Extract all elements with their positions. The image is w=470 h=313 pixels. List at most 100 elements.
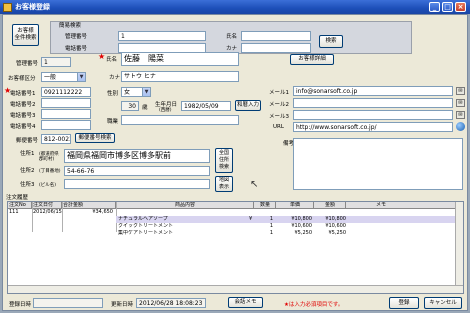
mail3-input[interactable] xyxy=(293,110,453,120)
phone3-input[interactable] xyxy=(41,109,91,119)
search-mgmt-no-label: 管理番号 xyxy=(65,34,88,40)
window-title: お客様登録 xyxy=(15,3,50,11)
category-value: 一般 xyxy=(44,74,57,81)
search-phone-label: 電話番号 xyxy=(65,46,88,52)
zip-search-button[interactable]: 郵便番号検索 xyxy=(75,133,115,143)
maximize-button[interactable]: □ xyxy=(442,2,453,12)
addr1-label: 住所1 xyxy=(20,151,35,157)
created-field xyxy=(33,298,103,308)
kana-label: カナ xyxy=(109,75,121,81)
item-amount-cell: ¥10,800 xyxy=(325,216,346,222)
mouse-cursor-icon: ↖ xyxy=(250,179,259,190)
addr2-sub-label: (丁目番地) xyxy=(39,169,61,174)
mgmt-no-field: 1 xyxy=(41,57,71,67)
column-header-total[interactable]: 合計金額 xyxy=(62,202,116,209)
japanese-calendar-button[interactable]: 和暦入力 xyxy=(235,100,261,111)
item-qty-cell: 1 xyxy=(269,216,273,222)
birth-sub-label: (西暦) xyxy=(159,108,172,113)
mail-icon[interactable]: ✉ xyxy=(456,99,465,107)
address2-input[interactable]: 54-66-76 xyxy=(64,166,210,176)
category-label: お客様区分 xyxy=(8,76,36,82)
addr2-label: 住所2 xyxy=(20,168,35,174)
map-button[interactable]: 地図 表示 xyxy=(215,176,233,192)
phone4-input[interactable] xyxy=(41,120,91,130)
order-item-row[interactable]: クイックトリートメント 1 ¥10,600 ¥10,600 xyxy=(116,223,457,230)
gender-label: 性別 xyxy=(107,91,119,97)
order-history-grid[interactable]: 注文No 注文日付 合計金額 商品内容 数量 単価 金額 メモ 111 2012… xyxy=(7,201,464,294)
notes-textarea[interactable] xyxy=(293,138,463,190)
age-unit: 歳 xyxy=(142,105,148,111)
phone3-label: 電話番号3 xyxy=(10,113,36,119)
column-header-amount[interactable]: 金額 xyxy=(314,202,346,209)
item-name-cell: 集中ケアトリートメント xyxy=(118,230,174,236)
grid-line xyxy=(62,202,63,232)
gender-select[interactable]: 女 ▼ xyxy=(121,87,151,97)
column-header-order-no[interactable]: 注文No xyxy=(8,202,32,209)
occupation-input[interactable] xyxy=(121,115,239,125)
zip-input[interactable]: 812-0023 xyxy=(41,134,71,144)
occupation-label: 職業 xyxy=(107,119,119,125)
phone1-label: 電話番号1 xyxy=(10,91,36,97)
gender-value: 女 xyxy=(124,89,131,96)
form-client-area: お客様 全件検索 簡易検索 管理番号 1 電話番号 氏名 カナ 検索 管理番号 … xyxy=(2,14,468,311)
customer-detail-button[interactable]: お客様詳細 xyxy=(290,54,334,65)
required-star-icon: ★ xyxy=(98,52,106,61)
register-button[interactable]: 登録 xyxy=(389,297,419,309)
url-label: URL xyxy=(273,124,284,130)
address3-input[interactable] xyxy=(64,179,210,189)
globe-icon[interactable] xyxy=(456,122,465,131)
mail-icon[interactable]: ✉ xyxy=(456,111,465,119)
phone2-label: 電話番号2 xyxy=(10,102,36,108)
nationwide-address-search-button[interactable]: 全国 住所 検索 xyxy=(215,148,233,173)
item-qty-cell: 1 xyxy=(269,223,273,229)
mail-icon[interactable]: ✉ xyxy=(456,87,465,95)
category-select[interactable]: 一般 ▼ xyxy=(41,72,86,82)
addr3-label: 住所3 xyxy=(20,182,35,188)
cancel-button[interactable]: キャンセル xyxy=(424,297,462,309)
mail2-label: メール2 xyxy=(269,102,289,108)
order-row[interactable]: 111 2012/06/15 ¥34,650 xyxy=(8,209,463,216)
phone2-input[interactable] xyxy=(41,98,91,108)
chevron-down-icon[interactable]: ▼ xyxy=(77,73,85,81)
address1-input[interactable]: 福岡県福岡市博多区博多駅前 xyxy=(64,149,210,163)
chevron-down-icon[interactable]: ▼ xyxy=(142,88,150,96)
age-field: 30 xyxy=(121,101,139,111)
search-kana-label: カナ xyxy=(226,46,238,52)
search-mgmt-no-input[interactable]: 1 xyxy=(118,31,206,41)
addr3-sub-label: (ビル名) xyxy=(39,183,57,188)
grid-line xyxy=(32,202,33,232)
search-button[interactable]: 検索 xyxy=(319,35,343,48)
order-history-label: 注文履歴 xyxy=(6,195,29,201)
birthdate-input[interactable]: 1982/05/09 xyxy=(181,101,231,111)
mail1-input[interactable]: info@sonarsoft.co.jp xyxy=(293,86,453,96)
phone4-label: 電話番号4 xyxy=(10,124,36,130)
required-note: ★は入力必須項目です。 xyxy=(284,302,344,308)
mail2-input[interactable] xyxy=(293,98,453,108)
column-header-memo[interactable]: メモ xyxy=(346,202,457,209)
order-item-row[interactable]: 集中ケアトリートメント 1 ¥5,250 ¥5,250 xyxy=(116,230,457,237)
vertical-scrollbar[interactable] xyxy=(455,202,463,293)
updated-field: 2012/06/28 18:08:23 xyxy=(136,298,206,308)
url-input[interactable]: http://www.sonarsoft.co.jp/ xyxy=(293,122,453,132)
mgmt-no-label: 管理番号 xyxy=(16,61,39,67)
minimize-button[interactable]: _ xyxy=(429,2,440,12)
column-header-qty[interactable]: 数量 xyxy=(254,202,276,209)
all-customers-search-button[interactable]: お客様 全件検索 xyxy=(12,24,39,46)
column-header-item[interactable]: 商品内容 xyxy=(116,202,254,209)
search-name-input[interactable] xyxy=(241,31,311,41)
horizontal-scrollbar[interactable] xyxy=(8,285,463,293)
conversation-memo-button[interactable]: 会話メモ xyxy=(228,297,263,308)
close-button[interactable]: × xyxy=(455,2,466,12)
search-kana-input[interactable] xyxy=(241,43,311,53)
kana-input[interactable]: サトウ ヒナ xyxy=(121,71,239,82)
column-header-unit-price[interactable]: 単価 xyxy=(276,202,314,209)
name-input[interactable]: 佐藤 陽菜 xyxy=(121,52,239,66)
phone1-input[interactable]: 0921112222 xyxy=(41,87,91,97)
order-item-row[interactable]: ナチュラルヘアソープ ¥ 1 ¥10,800 ¥10,800 xyxy=(116,216,457,223)
order-no-cell: 111 xyxy=(9,209,19,215)
item-unit-price-cell: ¥10,800 xyxy=(291,216,312,222)
addr1-sub-label: (都道府県 郡町村) xyxy=(39,152,59,162)
item-qty-cell: 1 xyxy=(269,230,273,236)
column-header-order-date[interactable]: 注文日付 xyxy=(32,202,62,209)
created-label: 登録日時 xyxy=(9,302,32,308)
